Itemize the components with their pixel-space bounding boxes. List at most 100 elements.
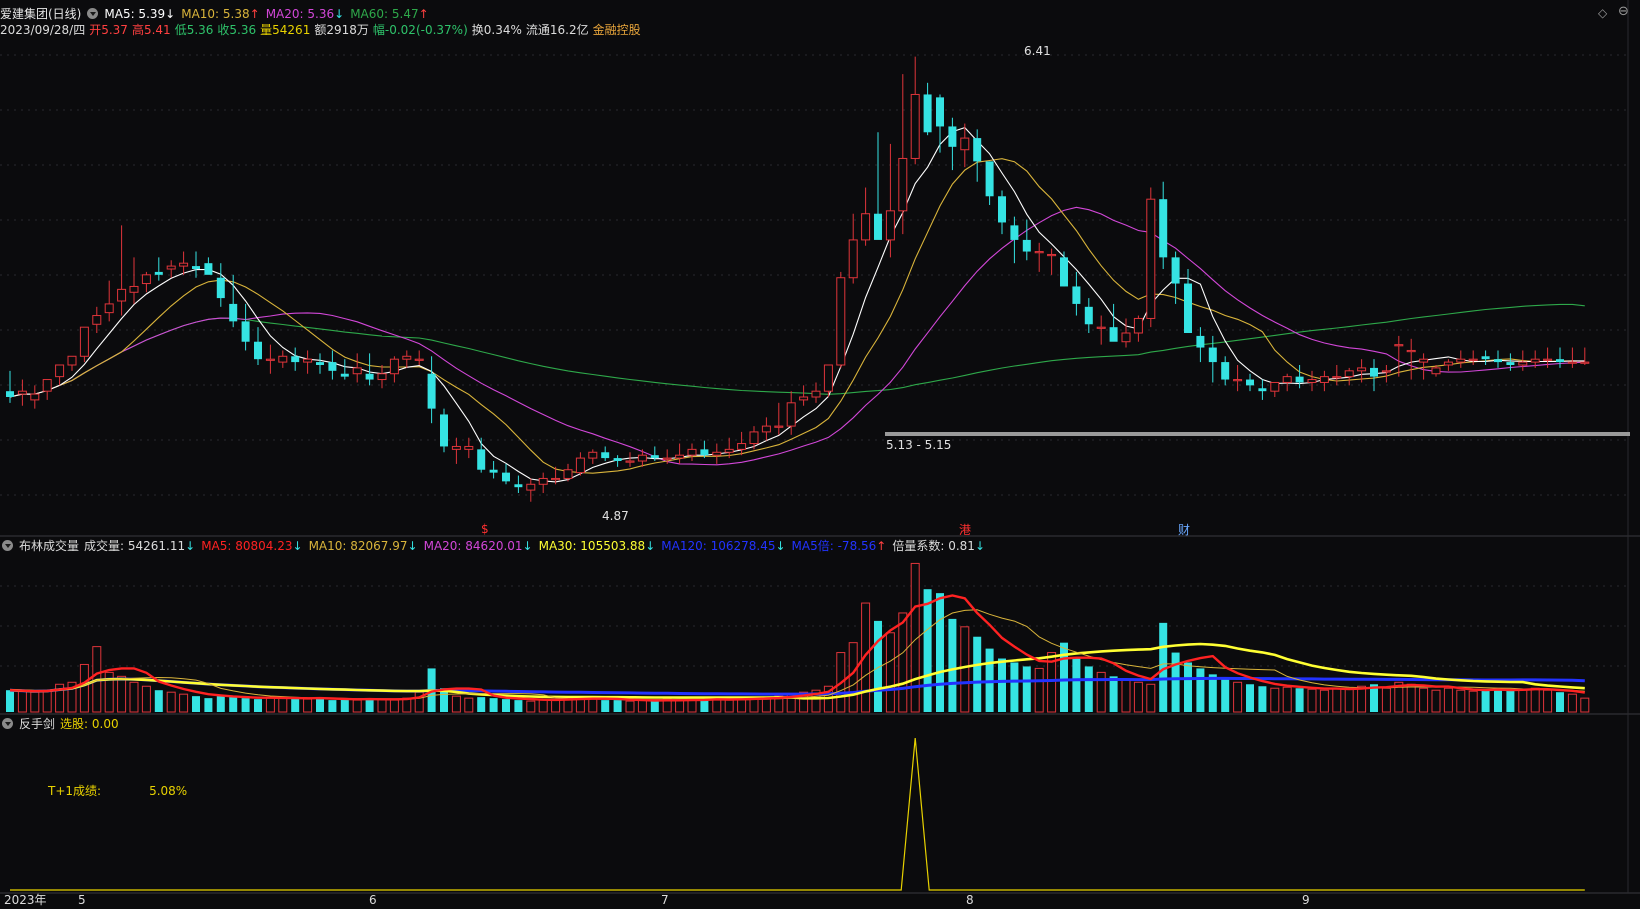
- candle-body-51: [637, 454, 647, 462]
- candle-body-38: [477, 449, 486, 470]
- candle-body-108: [1344, 370, 1354, 378]
- candle-body-121: [1506, 362, 1515, 365]
- ma5-line: [9, 126, 1585, 483]
- volume-bar-49: [613, 700, 622, 712]
- candle-body-56: [700, 449, 709, 456]
- candle-body-102: [1270, 381, 1280, 392]
- chart-canvas[interactable]: 6.41 4.87 5.13 - 5.15 $ 港 财 2023年 5 6 7 …: [0, 0, 1640, 909]
- candle-body-23: [291, 356, 300, 363]
- volume-bar-71: [885, 632, 895, 713]
- candle-body-92: [1146, 198, 1156, 319]
- candle-body-57: [712, 451, 722, 456]
- volume-bar-13: [166, 691, 176, 713]
- candle-body-74: [923, 94, 932, 133]
- candle-body-79: [985, 161, 994, 197]
- volume-bar-0: [6, 690, 14, 712]
- candle-body-30: [377, 373, 387, 381]
- candle-body-31: [389, 358, 399, 375]
- candle-body-3: [42, 379, 52, 392]
- candle-body-111: [1381, 370, 1391, 373]
- volume-bar-3: [42, 689, 52, 713]
- volume-bar-114: [1419, 687, 1429, 713]
- candle-body-21: [265, 358, 275, 361]
- candle-body-35: [440, 414, 448, 447]
- candle-body-6: [79, 326, 89, 357]
- candle-body-99: [1233, 379, 1243, 382]
- volume-bar-121: [1506, 690, 1515, 712]
- volume-bar-75: [936, 593, 944, 712]
- candle-body-95: [1184, 283, 1192, 333]
- volume-bar-58: [724, 699, 734, 713]
- volume-bar-60: [749, 697, 759, 713]
- volume-bar-104: [1295, 688, 1304, 712]
- candle-body-48: [601, 452, 610, 459]
- volume-bar-17: [216, 696, 225, 712]
- candle-body-1: [17, 390, 27, 395]
- candle-body-58: [724, 448, 734, 453]
- ma60-line: [9, 303, 1585, 398]
- candle-body-17: [216, 277, 225, 299]
- candle-body-42: [526, 483, 536, 491]
- candle-body-123: [1530, 358, 1540, 363]
- volume-bar-100: [1246, 684, 1254, 712]
- volume-bar-36: [451, 695, 461, 713]
- candle-body-7: [92, 315, 102, 325]
- marker-s[interactable]: $: [481, 522, 489, 536]
- candle-body-50: [625, 460, 635, 463]
- candle-body-9: [117, 288, 127, 302]
- candle-body-33: [414, 358, 424, 361]
- marker-gang[interactable]: 港: [959, 523, 971, 537]
- candle-body-19: [241, 321, 250, 342]
- volume-bar-50: [625, 700, 635, 713]
- candle-body-22: [278, 355, 288, 363]
- volume-bar-76: [948, 618, 957, 712]
- candle-body-83: [1034, 251, 1044, 254]
- axis-year: 2023年: [4, 893, 47, 907]
- volume-bar-37: [464, 697, 474, 713]
- candle-body-109: [1357, 367, 1367, 372]
- axis-month-5: 5: [78, 893, 86, 907]
- candle-body-103: [1282, 376, 1292, 383]
- volume-bar-111: [1381, 687, 1391, 713]
- candle-body-125: [1556, 359, 1564, 363]
- volume-bar-117: [1456, 689, 1466, 713]
- volume-bar-89: [1109, 676, 1118, 712]
- marker-cai[interactable]: 财: [1178, 523, 1190, 537]
- volume-bar-81: [1010, 662, 1019, 712]
- candle-body-114: [1419, 358, 1429, 363]
- volume-ma-lines: [9, 594, 1585, 702]
- candle-body-14: [179, 262, 189, 267]
- volume-bar-16: [204, 698, 213, 712]
- volume-bar-26: [328, 700, 337, 712]
- volume-bar-97: [1208, 674, 1217, 712]
- candle-body-29: [365, 373, 374, 380]
- candle-body-86: [1072, 286, 1081, 304]
- support-line: [885, 432, 1630, 436]
- candle-body-16: [204, 263, 213, 275]
- candle-body-80: [998, 196, 1006, 223]
- volume-bar-52: [650, 701, 659, 712]
- volume-bar-124: [1543, 689, 1553, 713]
- candle-body-28: [352, 367, 362, 375]
- candle-body-81: [1010, 225, 1019, 240]
- volume-bar-24: [303, 698, 313, 713]
- volume-bar-78: [973, 636, 982, 712]
- volume-bar-47: [588, 698, 598, 713]
- candle-body-76: [948, 126, 957, 147]
- candle-body-71: [885, 210, 895, 241]
- volume-bar-54: [675, 699, 685, 713]
- candle-body-47: [588, 451, 598, 459]
- candle-body-36: [451, 445, 461, 450]
- volume-bar-115: [1431, 689, 1441, 713]
- annotations: 6.41 4.87 5.13 - 5.15 $ 港 财: [481, 44, 1190, 537]
- volume-bar-1: [17, 690, 27, 713]
- candle-body-98: [1221, 362, 1230, 380]
- candle-body-67: [836, 277, 846, 366]
- volume-bar-31: [389, 699, 399, 713]
- candle-body-120: [1494, 359, 1502, 363]
- candle-body-39: [489, 469, 498, 473]
- candle-body-8: [104, 303, 114, 314]
- candle-body-65: [811, 390, 821, 398]
- volume-bar-90: [1121, 679, 1131, 713]
- volume-bar-27: [340, 699, 349, 712]
